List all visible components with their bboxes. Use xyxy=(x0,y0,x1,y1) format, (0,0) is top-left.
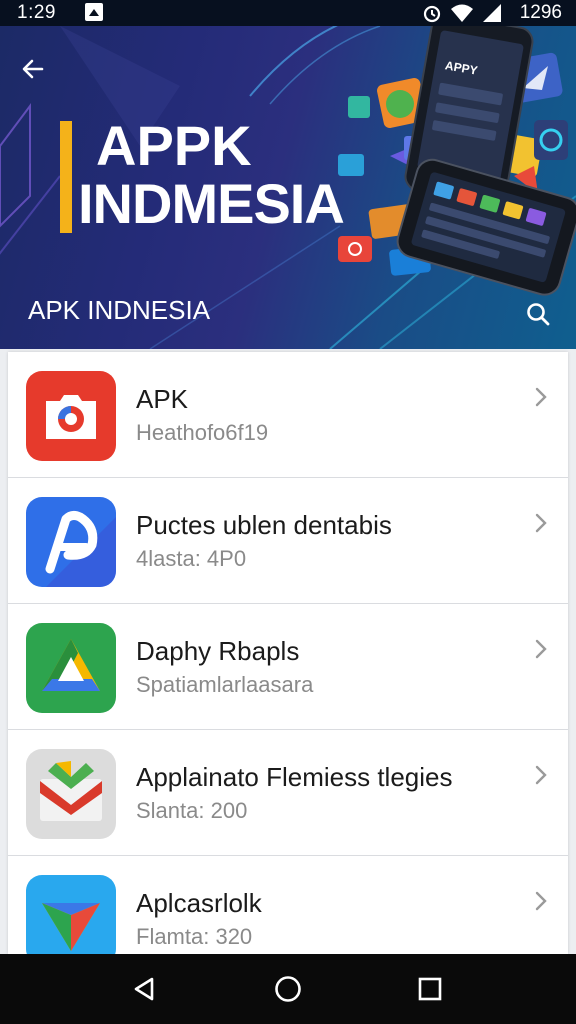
app-name: Applainato Flemiess tlegies xyxy=(136,762,453,792)
nav-home-button[interactable] xyxy=(265,966,311,1012)
signal-icon xyxy=(482,4,501,22)
chevron-right-icon xyxy=(535,891,547,911)
camera-app-icon xyxy=(26,371,116,461)
nav-back-button[interactable] xyxy=(121,966,167,1012)
back-arrow-icon xyxy=(22,59,44,79)
list-item[interactable]: Puctes ublen dentabis 4lasta: 4P0 xyxy=(8,478,568,604)
app-name: Puctes ublen dentabis xyxy=(136,510,392,540)
gmail-like-app-icon xyxy=(26,749,116,839)
page-title: APK INDNESIA xyxy=(28,295,211,325)
status-bar: 1:29 1296 xyxy=(0,0,576,26)
phone-illustration: APPY xyxy=(338,26,576,296)
list-item[interactable]: Aplcasrlolk Flamta: 320 xyxy=(8,856,568,954)
back-button[interactable] xyxy=(14,50,52,88)
recents-nav-icon xyxy=(418,977,442,1001)
search-button[interactable] xyxy=(518,294,558,334)
chevron-right-icon xyxy=(535,513,547,533)
header-banner: APPK INDMESIA APPY APK INDNESIA xyxy=(0,26,576,349)
letter-p-app-icon xyxy=(26,497,116,587)
chevron-right-icon xyxy=(535,765,547,785)
chevron-right-icon xyxy=(535,639,547,659)
play-store-app-icon xyxy=(26,875,116,954)
app-subtitle: 4lasta: 4P0 xyxy=(136,546,247,571)
status-right-text: 1296 xyxy=(519,2,562,23)
app-subtitle: Heathofo6f19 xyxy=(136,420,269,445)
chevron-right-icon xyxy=(535,387,547,407)
list-item[interactable]: Daphy Rbapls Spatiamlarlaasara xyxy=(8,604,568,730)
navigation-bar xyxy=(0,954,576,1024)
brand-accent-bar xyxy=(60,121,72,233)
list-item[interactable]: Applainato Flemiess tlegies Slanta: 200 xyxy=(8,730,568,856)
list-item[interactable]: APK Heathofo6f19 xyxy=(8,352,568,478)
home-nav-icon xyxy=(275,976,301,1002)
alarm-icon xyxy=(423,5,440,23)
notification-icon xyxy=(85,3,103,21)
nav-recents-button[interactable] xyxy=(407,966,453,1012)
status-icons: 1296 xyxy=(422,2,562,24)
app-list: APK Heathofo6f19 Puctes ublen dentabis 4… xyxy=(8,352,568,954)
app-subtitle: Spatiamlarlaasara xyxy=(136,672,314,697)
app-name: Aplcasrlolk xyxy=(136,888,262,918)
back-nav-icon xyxy=(134,977,154,1001)
app-name: Daphy Rbapls xyxy=(136,636,300,666)
wifi-icon xyxy=(450,4,473,22)
brand-title-line1: APPK xyxy=(96,114,252,177)
app-subtitle: Slanta: 200 xyxy=(136,798,248,823)
app-subtitle: Flamta: 320 xyxy=(136,924,253,949)
brand-title-line2: INDMESIA xyxy=(78,172,345,235)
app-name: APK xyxy=(136,384,189,414)
status-time: 1:29 xyxy=(17,2,56,23)
triangle-app-icon xyxy=(26,623,116,713)
search-icon xyxy=(527,303,550,326)
